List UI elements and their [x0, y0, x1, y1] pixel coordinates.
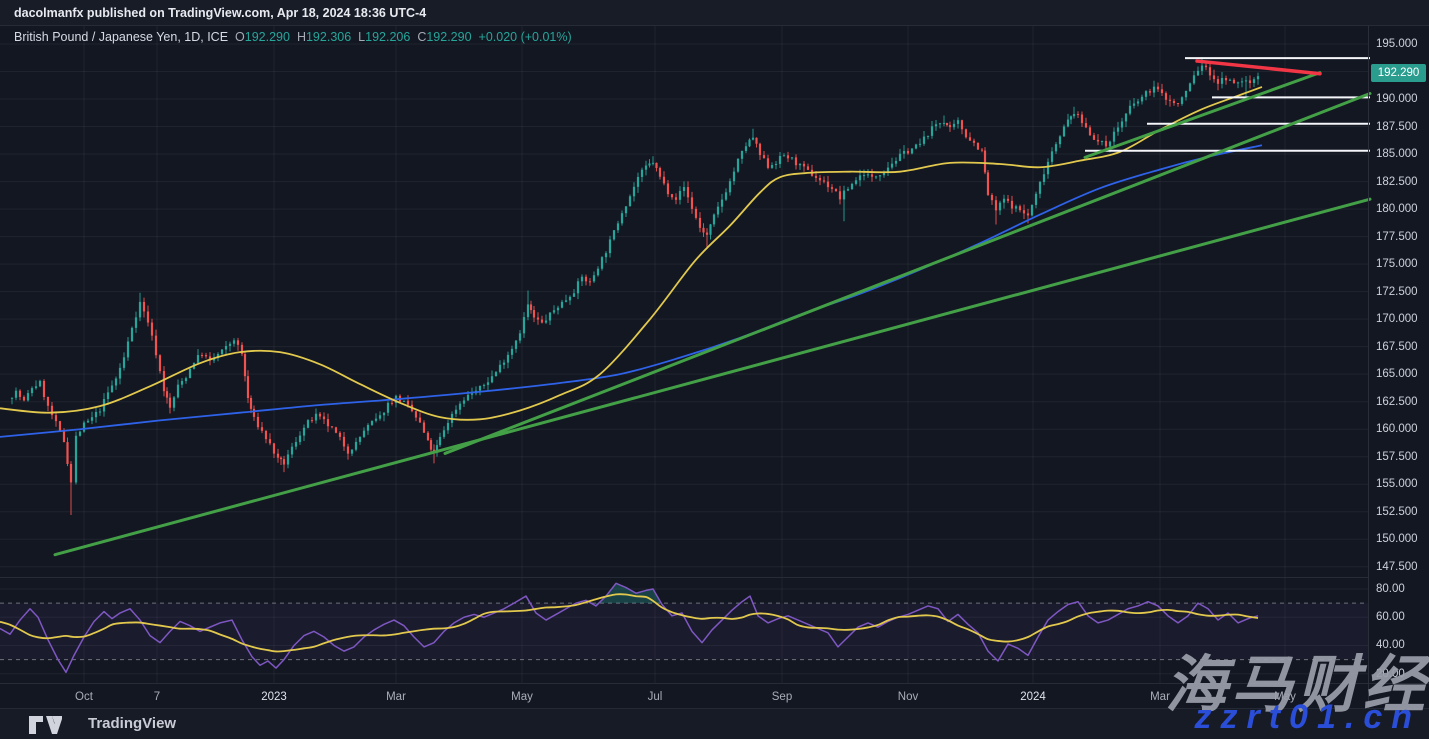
indicator-tick-label: 60.00	[1376, 611, 1405, 623]
time-tick-label: 2023	[261, 691, 287, 703]
price-tick-label: 190.000	[1376, 93, 1418, 105]
price-tick-label: 157.500	[1376, 451, 1418, 463]
symbol-header: British Pound / Japanese Yen, 1D, ICEO19…	[14, 30, 572, 46]
tradingview-published-chart: dacolmanfx published on TradingView.com,…	[0, 0, 1429, 739]
time-tick-label: Mar	[386, 691, 406, 703]
time-tick-label: 2024	[1020, 691, 1046, 703]
high-label: H	[297, 30, 306, 44]
change-value: +0.020 (+0.01%)	[479, 30, 572, 44]
footer-brand-text[interactable]: TradingView	[88, 708, 176, 739]
watermark-domain: zzrt01.cn	[1195, 698, 1422, 737]
indicator-tick-label: 80.00	[1376, 583, 1405, 595]
price-tick-label: 170.000	[1376, 313, 1418, 325]
price-tick-label: 187.500	[1376, 121, 1418, 133]
tradingview-logo-icon[interactable]	[28, 714, 62, 736]
price-tick-label: 150.000	[1376, 533, 1418, 545]
price-chart-canvas[interactable]	[0, 0, 1429, 739]
price-tick-label: 162.500	[1376, 396, 1418, 408]
symbol-title: British Pound / Japanese Yen, 1D, ICE	[14, 30, 228, 44]
price-tick-label: 180.000	[1376, 203, 1418, 215]
price-tick-label: 165.000	[1376, 368, 1418, 380]
price-tick-label: 155.000	[1376, 478, 1418, 490]
price-tick-label: 152.500	[1376, 506, 1418, 518]
price-tick-label: 185.000	[1376, 148, 1418, 160]
time-tick-label: Jul	[648, 691, 663, 703]
low-value: 192.206	[365, 30, 410, 44]
time-tick-label: Sep	[772, 691, 792, 703]
price-tick-label: 195.000	[1376, 38, 1418, 50]
close-label: C	[417, 30, 426, 44]
open-label: O	[235, 30, 245, 44]
close-value: 192.290	[426, 30, 471, 44]
high-value: 192.306	[306, 30, 351, 44]
price-tick-label: 177.500	[1376, 231, 1418, 243]
open-value: 192.290	[245, 30, 290, 44]
time-tick-label: 7	[154, 691, 160, 703]
last-price-badge: 192.290	[1371, 64, 1426, 82]
time-tick-label: Oct	[75, 691, 93, 703]
price-tick-label: 175.000	[1376, 258, 1418, 270]
price-tick-label: 167.500	[1376, 341, 1418, 353]
time-tick-label: Nov	[898, 691, 918, 703]
price-tick-label: 160.000	[1376, 423, 1418, 435]
price-tick-label: 182.500	[1376, 176, 1418, 188]
time-tick-label: May	[511, 691, 533, 703]
price-tick-label: 172.500	[1376, 286, 1418, 298]
price-tick-label: 147.500	[1376, 561, 1418, 573]
